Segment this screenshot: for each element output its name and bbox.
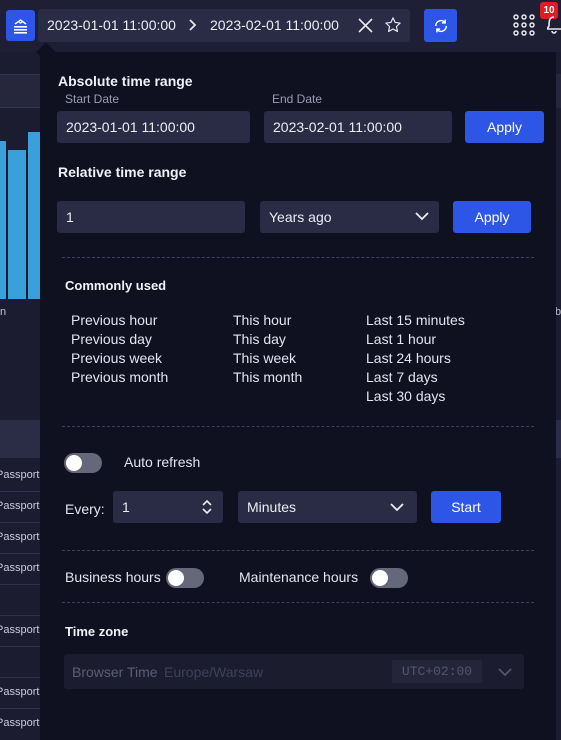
maintenance-hours-label: Maintenance hours <box>239 569 359 585</box>
time-zone-title: Time zone <box>65 624 129 639</box>
quick-range-last-1-hour[interactable]: Last 1 hour <box>366 331 436 347</box>
refresh-icon <box>434 19 447 32</box>
relative-unit-value: Years ago <box>269 209 332 225</box>
quick-range-last-15-minutes[interactable]: Last 15 minutes <box>366 312 465 328</box>
quick-range-previous-week[interactable]: Previous week <box>71 350 162 366</box>
relative-unit-select[interactable]: Years ago <box>260 201 439 233</box>
table-cell: Passport <box>0 686 40 698</box>
time-zone-detail: Europe/Warsaw <box>164 664 264 680</box>
time-range-display[interactable]: 2023-01-01 11:00:00 2023-02-01 11:00:00 <box>38 9 410 42</box>
chevron-down-icon <box>415 212 429 221</box>
chevron-right-icon <box>189 19 197 31</box>
absolute-range-title: Absolute time range <box>58 73 193 89</box>
time-zone-value: Browser Time <box>72 664 158 680</box>
table-header <box>0 420 40 458</box>
star-icon[interactable] <box>384 16 402 34</box>
section-divider <box>62 426 534 427</box>
chart-axis-label: n <box>0 306 7 318</box>
calendar-icon <box>14 18 27 34</box>
section-divider <box>62 550 534 551</box>
quick-range-this-hour[interactable]: This hour <box>233 312 291 328</box>
quick-range-this-day[interactable]: This day <box>233 331 286 347</box>
absolute-apply-button[interactable]: Apply <box>465 111 544 143</box>
table-cell: Passport <box>0 500 40 512</box>
quick-range-previous-day[interactable]: Previous day <box>71 331 152 347</box>
end-date-input[interactable]: 2023-02-01 11:00:00 <box>264 111 452 143</box>
time-range-dropdown: Absolute time range Start Date End Date … <box>36 42 556 740</box>
stepper-arrows-icon[interactable] <box>201 498 213 516</box>
chart-bar <box>8 150 26 299</box>
refresh-button[interactable] <box>424 9 457 42</box>
range-end-text: 2023-02-01 11:00:00 <box>210 17 339 33</box>
business-hours-toggle[interactable] <box>166 568 204 588</box>
row-divider <box>0 491 40 492</box>
time-zone-select[interactable]: Browser Time Europe/Warsaw UTC+02:00 <box>64 654 524 689</box>
toggle-knob <box>372 570 388 586</box>
table-cell: Passport <box>0 469 40 481</box>
row-divider <box>0 553 40 554</box>
chart-bar <box>0 141 6 299</box>
row-divider <box>0 584 40 585</box>
table-cell: Passport <box>0 717 40 729</box>
table-cell: Passport <box>0 531 40 543</box>
auto-refresh-label: Auto refresh <box>124 454 201 470</box>
background-toolbar-right <box>556 74 561 108</box>
table-cell: Passport <box>0 562 40 574</box>
quick-range-this-month[interactable]: This month <box>233 369 302 385</box>
refresh-interval-stepper[interactable]: 1 <box>113 491 223 523</box>
range-start-text: 2023-01-01 11:00:00 <box>47 17 176 33</box>
maintenance-hours-toggle[interactable] <box>370 568 408 588</box>
auto-refresh-start-button[interactable]: Start <box>431 491 501 523</box>
quick-range-previous-month[interactable]: Previous month <box>71 369 168 385</box>
quick-range-previous-hour[interactable]: Previous hour <box>71 312 157 328</box>
background-toolbar <box>0 74 40 108</box>
time-picker-toggle-button[interactable] <box>6 10 35 41</box>
every-label: Every: <box>65 501 105 517</box>
relative-range-title: Relative time range <box>58 164 187 180</box>
auto-refresh-toggle[interactable] <box>64 453 102 473</box>
quick-range-last-30-days[interactable]: Last 30 days <box>366 388 445 404</box>
quick-range-last-24-hours[interactable]: Last 24 hours <box>366 350 451 366</box>
relative-amount-input[interactable]: 1 <box>57 201 245 233</box>
commonly-used-title: Commonly used <box>65 278 167 293</box>
table-cell: Passport <box>0 624 40 636</box>
chevron-down-icon <box>498 668 512 677</box>
top-bar: 2023-01-01 11:00:00 2023-02-01 11:00:00 … <box>0 0 561 52</box>
start-date-input[interactable]: 2023-01-01 11:00:00 <box>57 111 250 143</box>
refresh-unit-value: Minutes <box>247 499 297 515</box>
toggle-knob <box>168 570 184 586</box>
row-divider <box>0 677 40 678</box>
row-divider <box>0 522 40 523</box>
toggle-knob <box>66 455 82 471</box>
business-hours-label: Business hours <box>65 569 161 585</box>
refresh-interval-value: 1 <box>122 499 130 515</box>
bell-icon[interactable] <box>547 14 561 36</box>
chevron-down-icon <box>390 503 404 512</box>
start-date-label: Start Date <box>65 92 120 106</box>
quick-range-this-week[interactable]: This week <box>233 350 296 366</box>
chart-bar <box>28 132 40 299</box>
section-divider <box>62 257 534 258</box>
relative-apply-button[interactable]: Apply <box>453 201 531 233</box>
apps-grid-icon[interactable] <box>513 14 535 36</box>
row-divider <box>0 708 40 709</box>
row-divider <box>0 615 40 616</box>
table-header-right <box>556 420 561 458</box>
close-icon[interactable] <box>357 17 374 34</box>
end-date-label: End Date <box>272 92 323 106</box>
time-zone-offset: UTC+02:00 <box>392 660 482 683</box>
row-divider <box>0 646 40 647</box>
refresh-unit-select[interactable]: Minutes <box>238 491 417 523</box>
section-divider <box>62 602 534 603</box>
quick-range-last-7-days[interactable]: Last 7 days <box>366 369 438 385</box>
